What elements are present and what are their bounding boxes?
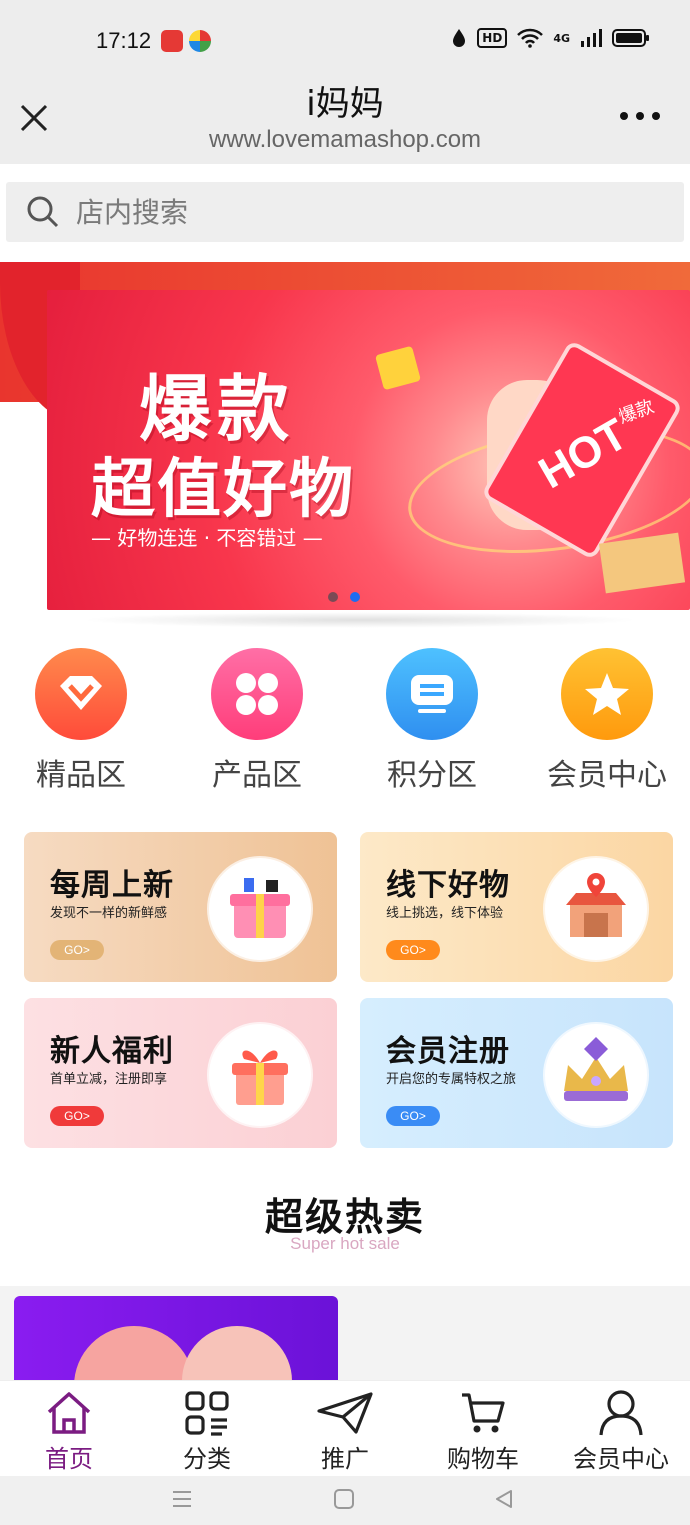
page: 17:12 HD 4G i妈妈 www.lovemamashop.com 店内搜… <box>0 0 690 1525</box>
page-title: i妈妈 <box>306 84 384 124</box>
bottom-nav: 首页 分类 推广 购物车 会员中心 <box>0 1380 690 1476</box>
signal-icon <box>581 29 602 47</box>
more-dot <box>620 112 628 120</box>
cart-icon <box>462 1393 505 1433</box>
colorful-app-icon <box>189 30 211 52</box>
nav-label: 推广 <box>321 1445 369 1473</box>
banner-title-line2: 超值好物 <box>91 453 355 527</box>
ticket-tag: 爆款 <box>615 396 657 429</box>
banner-shadow <box>80 612 640 628</box>
user-icon <box>599 1390 643 1436</box>
gift-box-image <box>374 345 422 391</box>
wifi-icon <box>517 28 544 48</box>
present-icon <box>209 1024 311 1126</box>
card-subtitle: 开启您的专属特权之旅 <box>386 1072 517 1087</box>
banner-slide[interactable]: 爆款 HOT 爆款 超值好物 — 好物连连 · 不容错过 — <box>47 290 690 610</box>
hot-sale-subtitle: Super hot sale <box>290 1234 400 1253</box>
more-icon[interactable] <box>620 112 660 120</box>
nav-member[interactable]: 会员中心 <box>552 1381 690 1476</box>
category-huiyuan[interactable]: 会员中心 <box>532 648 682 794</box>
nav-home[interactable]: 首页 <box>0 1381 138 1476</box>
more-dot <box>652 112 660 120</box>
grid-icon <box>211 648 303 740</box>
category-label: 会员中心 <box>547 758 667 793</box>
go-button[interactable]: GO> <box>50 940 104 960</box>
card-subtitle: 发现不一样的新鲜感 <box>50 906 168 921</box>
go-button[interactable]: GO> <box>386 940 440 960</box>
home-icon <box>47 1392 91 1434</box>
nav-category[interactable]: 分类 <box>138 1381 276 1476</box>
search-icon <box>27 196 59 228</box>
back-icon[interactable] <box>493 1488 515 1510</box>
card-weekly-new[interactable]: 每周上新 发现不一样的新鲜感 GO> <box>24 832 337 982</box>
card-title: 新人福利 <box>50 1034 174 1069</box>
banner-carousel[interactable]: 爆款 HOT 爆款 超值好物 — 好物连连 · 不容错过 — <box>0 262 690 632</box>
store-icon <box>545 858 647 960</box>
drop-icon <box>453 29 466 47</box>
carousel-dot[interactable] <box>328 592 338 602</box>
search-input[interactable] <box>76 190 656 234</box>
category-jifen[interactable]: 积分区 <box>357 648 507 794</box>
go-button[interactable]: GO> <box>386 1106 440 1126</box>
home-square-icon[interactable] <box>333 1488 355 1510</box>
card-title: 线下好物 <box>386 868 510 903</box>
search-bar[interactable] <box>6 182 684 242</box>
gift-box-icon <box>209 858 311 960</box>
nav-label: 首页 <box>45 1445 93 1473</box>
category-label: 积分区 <box>387 758 477 793</box>
package-image <box>598 532 686 594</box>
banner-tagline: — 好物连连 · 不容错过 — <box>91 526 323 550</box>
card-member-register[interactable]: 会员注册 开启您的专属特权之旅 GO> <box>360 998 673 1148</box>
nav-promote[interactable]: 推广 <box>276 1381 414 1476</box>
category-row: 精品区 产品区 积分区 会员中心 <box>0 648 690 798</box>
hd-icon: HD <box>477 28 508 48</box>
card-title: 每周上新 <box>50 868 174 903</box>
nav-cart[interactable]: 购物车 <box>414 1381 552 1476</box>
message-icon <box>386 648 478 740</box>
card-title: 会员注册 <box>386 1034 510 1069</box>
menu-icon[interactable] <box>171 1488 193 1510</box>
netease-app-icon <box>161 30 183 52</box>
category-jingpin[interactable]: 精品区 <box>6 648 156 794</box>
vip-crown-icon <box>545 1024 647 1126</box>
status-bar: 17:12 HD 4G <box>0 0 690 84</box>
category-chanpin[interactable]: 产品区 <box>182 648 332 794</box>
category-label: 产品区 <box>212 758 302 793</box>
nav-label: 分类 <box>183 1445 231 1473</box>
hot-sale-title: 超级热卖 <box>264 1194 425 1239</box>
diamond-icon <box>35 648 127 740</box>
category-icon <box>185 1391 229 1436</box>
card-offline-goods[interactable]: 线下好物 线上挑选，线下体验 GO> <box>360 832 673 982</box>
page-url: www.lovemamashop.com <box>208 126 482 153</box>
status-icons: HD 4G <box>451 28 650 48</box>
star-icon <box>561 648 653 740</box>
carousel-dots <box>328 592 360 602</box>
system-navigation-bar <box>0 1476 690 1525</box>
more-dot <box>636 112 644 120</box>
carousel-dot-active[interactable] <box>350 592 360 602</box>
paper-plane-icon <box>317 1392 373 1434</box>
card-new-user-benefit[interactable]: 新人福利 首单立减，注册即享 GO> <box>24 998 337 1148</box>
nav-label: 会员中心 <box>573 1445 669 1473</box>
status-time: 17:12 <box>96 28 152 53</box>
battery-icon <box>612 29 649 47</box>
network-type: 4G <box>553 31 570 45</box>
category-label: 精品区 <box>36 758 126 793</box>
go-button[interactable]: GO> <box>50 1106 104 1126</box>
title-bar: i妈妈 www.lovemamashop.com <box>0 84 690 164</box>
card-subtitle: 线上挑选，线下体验 <box>386 906 504 921</box>
card-subtitle: 首单立减，注册即享 <box>50 1072 168 1087</box>
nav-label: 购物车 <box>447 1445 519 1473</box>
